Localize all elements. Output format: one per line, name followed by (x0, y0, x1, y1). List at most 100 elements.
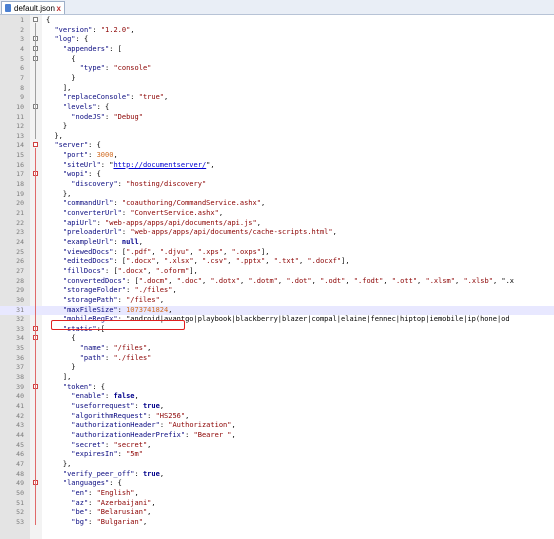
line-number: 31 (16, 305, 24, 314)
code-text: "authorizationHeaderPrefix": "Bearer ", (71, 430, 236, 439)
code-line[interactable]: 25 "viewedDocs": [".pdf", ".djvu", ".xps… (0, 248, 554, 257)
line-number: 45 (16, 440, 24, 449)
code-line[interactable]: 43 "authorizationHeader": "Authorization… (0, 421, 554, 430)
line-number: 50 (16, 488, 24, 497)
line-number: 53 (16, 517, 24, 526)
code-line[interactable]: 19 }, (0, 190, 554, 199)
code-line[interactable]: 30 "storagePath": "/files", (0, 296, 554, 305)
code-line[interactable]: 5 { (0, 55, 554, 64)
line-number: 23 (16, 228, 24, 237)
code-line[interactable]: 20 "commandUrl": "coauthoring/CommandSer… (0, 199, 554, 208)
line-number: 46 (16, 450, 24, 459)
line-number: 14 (16, 141, 24, 150)
fold-toggle-icon[interactable] (33, 142, 38, 148)
code-line[interactable]: 29 "storageFolder": "./files", (0, 286, 554, 295)
code-line[interactable]: 9 "replaceConsole": "true", (0, 93, 554, 102)
code-text: "exampleUrl": null, (62, 237, 143, 246)
code-line[interactable]: 11 "nodeJS": "Debug" (0, 113, 554, 122)
line-number: 19 (16, 189, 24, 198)
code-line[interactable]: 34 { (0, 334, 554, 343)
code-line[interactable]: 35 "name": "/files", (0, 344, 554, 353)
code-line[interactable]: 26 "editedDocs": [".docx", ".xlsx", ".cs… (0, 257, 554, 266)
code-line[interactable]: 50 "en": "English", (0, 489, 554, 498)
code-line[interactable]: 17 "wopi": { (0, 170, 554, 179)
code-line[interactable]: 15 "port": 3000, (0, 151, 554, 160)
code-line[interactable]: 44 "authorizationHeaderPrefix": "Bearer … (0, 431, 554, 440)
code-line[interactable]: 39 "token": { (0, 383, 554, 392)
code-line[interactable]: 16 "siteUrl": "http://documentserver/", (0, 161, 554, 170)
code-line[interactable]: 51 "az": "Azerbaijani", (0, 499, 554, 508)
code-text: "viewedDocs": [".pdf", ".djvu", ".xps", … (62, 247, 270, 256)
code-text: "languages": { (62, 479, 122, 488)
code-line[interactable]: 23 "preloaderUrl": "web-apps/apps/api/do… (0, 228, 554, 237)
code-line[interactable]: 31 "maxFileSize": 1073741824, (0, 305, 554, 315)
code-line[interactable]: 2 "version": "1.2.0", (0, 26, 554, 35)
code-line[interactable]: 27 "fillDocs": [".docx", ".oform"], (0, 267, 554, 276)
code-text: "appenders": [ (62, 44, 122, 53)
line-number: 16 (16, 160, 24, 169)
line-number: 44 (16, 430, 24, 439)
code-text: "useforrequest": true, (71, 402, 165, 410)
code-line[interactable]: 47 }, (0, 460, 554, 469)
code-text: "converterUrl": "ConvertService.ashx", (62, 209, 224, 217)
code-text: "path": "./files" (79, 353, 152, 362)
code-text: "convertedDocs": [".docm", ".doc", ".dot… (62, 276, 515, 285)
line-number: 8 (20, 83, 24, 92)
line-number: 28 (16, 276, 24, 285)
line-number: 26 (16, 257, 24, 266)
code-line[interactable]: 18 "discovery": "hosting/discovery" (0, 180, 554, 189)
code-line[interactable]: 8 ], (0, 84, 554, 93)
code-line[interactable]: 1{ (0, 16, 554, 25)
code-line[interactable]: 41 "useforrequest": true, (0, 402, 554, 411)
code-line[interactable]: 13 }, (0, 132, 554, 141)
code-line[interactable]: 42 "algorithmRequest": "HS256", (0, 412, 554, 421)
code-line[interactable]: 6 "type": "console" (0, 64, 554, 73)
code-line[interactable]: 28 "convertedDocs": [".docm", ".doc", ".… (0, 277, 554, 286)
code-line[interactable]: 7 } (0, 74, 554, 83)
code-line[interactable]: 49 "languages": { (0, 479, 554, 488)
line-number: 2 (20, 25, 24, 34)
line-number: 9 (20, 93, 24, 102)
code-text: "fillDocs": [".docx", ".oform"], (62, 266, 198, 275)
code-line[interactable]: 12 } (0, 122, 554, 131)
line-number: 49 (16, 479, 24, 488)
code-text: { (46, 16, 51, 24)
code-line[interactable]: 48 "verify_peer_off": true, (0, 470, 554, 479)
code-text: "discovery": "hosting/discovery" (71, 180, 207, 189)
code-text: "az": "Azerbaijani", (71, 498, 156, 507)
code-text: } (46, 122, 68, 131)
line-number: 3 (20, 35, 24, 44)
line-number: 34 (16, 334, 24, 343)
code-text: "maxFileSize": 1073741824, (62, 305, 173, 314)
line-number: 51 (16, 498, 24, 507)
tab-default-json[interactable]: default.json x (1, 1, 65, 14)
code-line[interactable]: 21 "converterUrl": "ConvertService.ashx"… (0, 209, 554, 218)
code-line[interactable]: 22 "apiUrl": "web-apps/apps/api/document… (0, 219, 554, 228)
code-line[interactable]: 45 "secret": "secret", (0, 441, 554, 450)
code-line[interactable]: 24 "exampleUrl": null, (0, 238, 554, 247)
line-number: 41 (16, 402, 24, 410)
code-line[interactable]: 40 "enable": false, (0, 392, 554, 401)
code-editor[interactable]: 1{2 "version": "1.2.0", 3 "log": {4 "appe… (0, 15, 554, 539)
line-number: 27 (16, 266, 24, 275)
code-text: "editedDocs": [".docx", ".xlsx", ".csv",… (62, 257, 350, 266)
code-line[interactable]: 4 "appenders": [ (0, 45, 554, 54)
code-line[interactable]: 38 ], (0, 373, 554, 382)
code-line[interactable]: 46 "expiresIn": "5m" (0, 450, 554, 459)
fold-toggle-icon[interactable] (33, 17, 38, 22)
code-text: "verify_peer_off": true, (62, 469, 165, 478)
close-icon[interactable]: x (57, 4, 61, 13)
code-line[interactable]: 3 "log": { (0, 35, 554, 44)
code-line[interactable]: 14 "server": { (0, 141, 554, 150)
code-line[interactable]: 53 "bg": "Bulgarian", (0, 518, 554, 527)
code-text: "algorithmRequest": "HS256", (71, 411, 190, 420)
line-number: 36 (16, 353, 24, 362)
line-number: 52 (16, 508, 24, 517)
code-line[interactable]: 52 "be": "Belarusian", (0, 508, 554, 517)
line-number: 43 (16, 421, 24, 430)
code-line[interactable]: 10 "levels": { (0, 103, 554, 112)
code-line[interactable]: 36 "path": "./files" (0, 354, 554, 363)
line-number: 47 (16, 459, 24, 468)
code-line[interactable]: 37 } (0, 363, 554, 372)
code-text: "version": "1.2.0", (54, 25, 135, 34)
